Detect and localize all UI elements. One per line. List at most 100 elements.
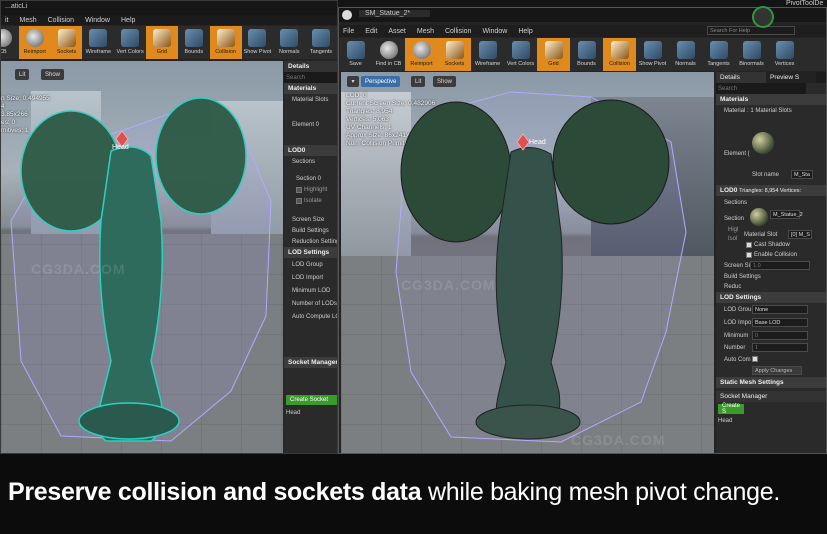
socket-list-item[interactable]: Head <box>284 407 300 418</box>
collision-icon <box>610 41 629 59</box>
toolbar-button-show-pivot[interactable]: Show Pivot <box>636 38 669 71</box>
toolbar-button-find-in-cb[interactable]: CB <box>1 26 19 59</box>
reduction-label[interactable]: Reduc <box>716 281 741 292</box>
lod0-header[interactable]: LOD0 Triangles: 8,954 Vertices: <box>716 185 826 196</box>
menu-item[interactable]: Collision <box>445 28 471 35</box>
socket-list-item[interactable]: Head <box>716 415 732 426</box>
show-pivot-icon <box>643 41 662 59</box>
socket-manager-header[interactable]: Socket Manager <box>716 391 826 402</box>
statue-right-wing <box>155 97 247 215</box>
toolbar-button-save[interactable]: Save <box>339 38 372 71</box>
menu-item[interactable]: Mesh <box>417 28 434 35</box>
toolbar-button-label: Grid <box>548 61 559 67</box>
toolbar-button-label: Sockets <box>56 49 77 55</box>
highlight-checkbox[interactable]: Highlight <box>284 184 337 195</box>
screen-size-field[interactable]: 1.0 <box>750 261 810 270</box>
watermark: CG3DA.COM <box>401 277 496 293</box>
isolate-checkbox[interactable]: Isolate <box>284 195 337 206</box>
menu-item[interactable]: Mesh <box>20 17 37 24</box>
menu-item[interactable]: File <box>343 28 354 35</box>
ue-corner-logo-icon <box>752 6 774 28</box>
search-input[interactable]: Search <box>716 83 806 94</box>
number-field[interactable]: 1 <box>752 343 808 352</box>
statue-mesh: Head <box>395 91 687 443</box>
slot-name-field[interactable]: M_Sta <box>791 170 813 179</box>
normals-icon <box>676 41 695 59</box>
toolbar-button-collision[interactable]: Collision <box>209 26 242 59</box>
lod-group-label: LOD Group <box>292 261 323 268</box>
auto-compute-checkbox[interactable] <box>752 356 758 362</box>
section0-label: Section 0 <box>296 175 322 182</box>
menu-item[interactable]: Edit <box>365 28 377 35</box>
create-socket-button[interactable]: Create S <box>718 403 744 415</box>
search-help-input[interactable]: Search For Help <box>707 26 795 35</box>
screen-size-label: Screen Size <box>292 216 325 223</box>
toolbar-button-grid[interactable]: Grid <box>146 26 178 59</box>
toolbar-button-bounds[interactable]: Bounds <box>178 26 210 59</box>
lod-settings-header[interactable]: LOD Settings <box>716 292 826 303</box>
right-viewport[interactable]: ▾ Perspective Lit Show LOD: 0 Current Sc… <box>341 72 714 453</box>
watermark: CG3DA.COM <box>31 261 126 277</box>
menu-item[interactable]: Window <box>482 28 507 35</box>
lod-settings-header[interactable]: LOD Settings <box>284 247 337 258</box>
toolbar-button-binormals[interactable]: Binormals <box>735 38 768 71</box>
static-mesh-settings-header[interactable]: Static Mesh Settings <box>716 377 826 388</box>
toolbar-button-label: Vert Colors <box>116 49 144 55</box>
details-tab[interactable]: Details <box>716 72 766 83</box>
socket-manager-header[interactable]: Socket Manager <box>284 357 337 368</box>
lod-import-dropdown[interactable]: Base LOD <box>752 318 808 327</box>
toolbar-button-grid[interactable]: Grid <box>537 38 570 71</box>
show-pivot-icon <box>248 29 267 47</box>
toolbar-button-sockets[interactable]: Sockets <box>438 38 471 71</box>
lod-import-label: LOD Import <box>292 274 324 281</box>
toolbar-button-bounds[interactable]: Bounds <box>570 38 603 71</box>
toolbar-button-tangents[interactable]: Tangents <box>305 26 337 59</box>
toolbar-button-wireframe[interactable]: Wireframe <box>471 38 504 71</box>
menu-item[interactable]: Asset <box>388 28 406 35</box>
toolbar-button-tangents[interactable]: Tangents <box>702 38 735 71</box>
materials-header[interactable]: Materials <box>284 83 337 94</box>
reduction-settings-label[interactable]: Reduction Settings <box>284 236 337 247</box>
build-settings-label[interactable]: Build Settings <box>284 225 337 236</box>
toolbar-button-find-in-cb[interactable]: Find in CB <box>372 38 405 71</box>
menu-item[interactable]: Window <box>85 17 110 24</box>
left-viewport[interactable]: Lit Show n Size: 0.494955 4 3.85x266 es:… <box>1 61 283 453</box>
section-material-field[interactable]: M_Statue_2 <box>770 210 803 219</box>
create-socket-button[interactable]: Create Socket <box>286 395 337 405</box>
menu-item[interactable]: Collision <box>48 17 74 24</box>
section-thumbnail[interactable] <box>750 208 768 226</box>
sockets-icon <box>445 41 464 59</box>
minimum-field[interactable]: 0 <box>752 331 808 340</box>
socket-label: Head <box>529 139 546 146</box>
preview-tab[interactable]: Preview S <box>766 72 816 83</box>
checkbox-icon <box>296 186 302 193</box>
toolbar-button-vert-colors[interactable]: Vert Colors <box>114 26 146 59</box>
lod-group-dropdown[interactable]: None <box>752 305 808 314</box>
toolbar-button-reimport[interactable]: Reimport <box>18 26 51 59</box>
toolbar-button-show-pivot[interactable]: Show Pivot <box>242 26 274 59</box>
material-slots-label: Material Slots <box>292 96 329 103</box>
material-slot-field[interactable]: [0] M_S <box>788 230 812 239</box>
toolbar-button-collision[interactable]: Collision <box>603 38 636 71</box>
lod0-header[interactable]: LOD0 <box>284 145 337 156</box>
toolbar-button-vert-colors[interactable]: Vert Colors <box>504 38 537 71</box>
right-tab-title[interactable]: SM_Statue_2* <box>359 10 431 17</box>
toolbar-button-normals[interactable]: Normals <box>669 38 702 71</box>
sockets-icon <box>57 29 76 47</box>
toolbar-button-reimport[interactable]: Reimport <box>405 38 438 71</box>
material-thumbnail[interactable] <box>752 132 774 154</box>
menu-item[interactable]: it <box>5 17 9 24</box>
materials-header[interactable]: Materials <box>716 94 826 105</box>
toolbar-button-sockets[interactable]: Sockets <box>50 26 83 59</box>
menu-item[interactable]: Help <box>518 28 532 35</box>
apply-changes-button[interactable]: Apply Changes <box>752 366 802 375</box>
toolbar-button-wireframe[interactable]: Wireframe <box>82 26 114 59</box>
toolbar-button-vertices[interactable]: Vertices <box>768 38 801 71</box>
left-tab-title[interactable]: ...aticLi <box>5 3 27 10</box>
search-input[interactable]: Search <box>284 72 337 83</box>
menu-item[interactable]: Help <box>121 17 135 24</box>
enable-collision-checkbox[interactable]: Enable Collision <box>746 249 797 260</box>
binormals-icon <box>742 41 761 59</box>
toolbar-button-normals[interactable]: Normals <box>273 26 305 59</box>
details-tab[interactable]: Details <box>284 61 337 72</box>
